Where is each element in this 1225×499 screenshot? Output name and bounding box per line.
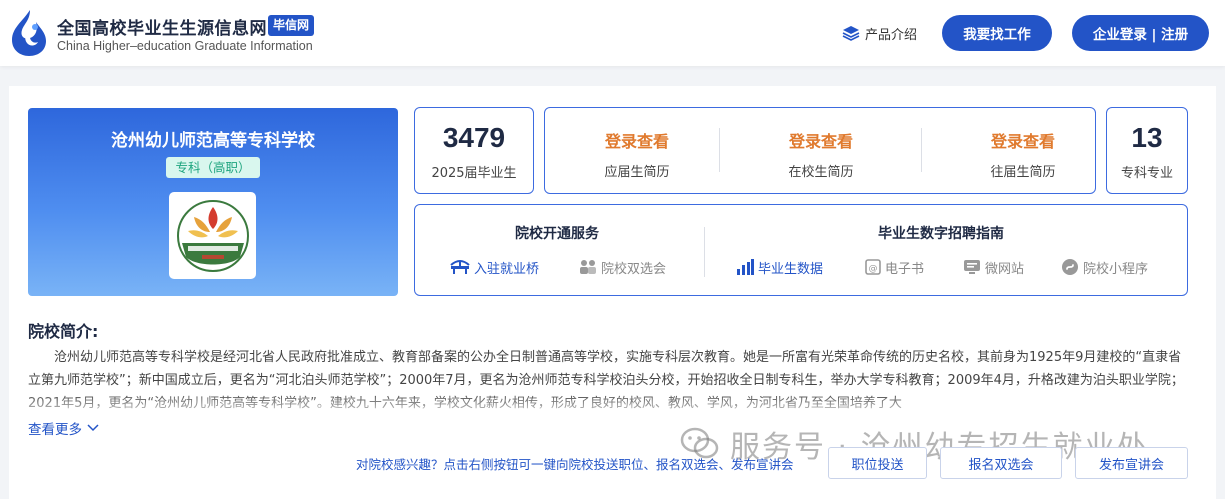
micro-site-link[interactable]: 微网站 (963, 257, 1024, 277)
top-header: 全国高校毕业生生源信息网 毕信网 China Higher–education … (0, 0, 1225, 66)
mini-program-icon (1062, 259, 1078, 275)
bar-chart-icon (737, 259, 754, 275)
join-bridge-label: 入驻就业桥 (474, 261, 540, 277)
graduates-label: 2025届毕业生 (431, 166, 517, 181)
chevron-down-icon (87, 424, 99, 432)
fresh-grad-label: 应届生简历 (604, 165, 670, 180)
site-logo-icon[interactable] (8, 8, 50, 58)
product-intro-link[interactable]: 产品介绍 (842, 23, 917, 43)
publish-talk-button[interactable]: 发布宣讲会 (1075, 447, 1188, 479)
graduate-data-label: 毕业生数据 (758, 261, 824, 277)
ebook-label: 电子书 (885, 261, 925, 277)
company-login-button[interactable]: 企业登录 | 注册 (1072, 15, 1209, 51)
intro-title: 院校简介: (28, 322, 99, 341)
site-badge: 毕信网 (268, 15, 315, 36)
svg-text:@: @ (869, 264, 878, 274)
find-job-button[interactable]: 我要找工作 (942, 15, 1052, 51)
resume-view-box: 登录查看 应届生简历 登录查看 在校生简历 登录查看 往届生简历 (544, 107, 1096, 194)
majors-stat: 13 专科专业 (1106, 107, 1188, 194)
fresh-grad-resume[interactable]: 登录查看 应届生简历 (545, 108, 729, 195)
past-grad-resume[interactable]: 登录查看 往届生简历 (931, 108, 1115, 195)
campus-fair-label: 院校双选会 (601, 261, 667, 277)
school-card: 沧州幼儿师范高等专科学校 专科（高职） (28, 108, 398, 296)
divider (719, 128, 720, 172)
past-grad-label: 往届生简历 (990, 165, 1056, 180)
graduates-stat: 3479 2025届毕业生 (414, 107, 534, 194)
site-subtitle: China Higher–education Graduate Informat… (57, 39, 313, 53)
divider (921, 128, 922, 172)
recruit-guide-title: 毕业生数字招聘指南 (878, 226, 1004, 242)
people-icon (580, 260, 596, 274)
school-emblem (169, 192, 256, 279)
student-resume[interactable]: 登录查看 在校生简历 (729, 108, 913, 195)
micro-site-label: 微网站 (985, 261, 1025, 277)
join-fair-button[interactable]: 报名双选会 (940, 447, 1062, 479)
bridge-icon (450, 260, 470, 274)
ebook-icon: @ (865, 259, 881, 275)
mini-program-label: 院校小程序 (1083, 261, 1149, 277)
join-bridge-link[interactable]: 入驻就业桥 (450, 257, 539, 277)
intro-fade (28, 393, 1188, 416)
majors-label: 专科专业 (1120, 166, 1173, 181)
student-label: 在校生简历 (788, 165, 854, 180)
campus-fair-link[interactable]: 院校双选会 (579, 257, 666, 277)
mini-program-link[interactable]: 院校小程序 (1061, 257, 1148, 277)
graduates-count: 3479 (442, 122, 506, 153)
services-box: 院校开通服务 入驻就业桥 院校双选会 毕业生数字招聘指南 毕业生数据 @ 电子书… (414, 204, 1188, 296)
see-more-link[interactable]: 查看更多 (28, 418, 99, 438)
layers-icon (842, 26, 860, 41)
cta-hint: 对院校感兴趣？点击右侧按钮可一键向院校投送职位、报名双选会、发布宣讲会 (356, 457, 794, 472)
graduate-data-link[interactable]: 毕业生数据 (736, 257, 823, 277)
opened-services-title: 院校开通服务 (515, 226, 599, 242)
school-name: 沧州幼儿师范高等专科学校 (111, 131, 315, 151)
majors-count: 13 (1131, 122, 1163, 153)
divider (704, 227, 705, 277)
school-emblem-icon (176, 199, 249, 272)
student-login-link[interactable]: 登录查看 (729, 128, 913, 152)
site-title: 全国高校毕业生生源信息网 (57, 19, 267, 39)
school-level-tag: 专科（高职） (166, 157, 260, 178)
past-grad-login-link[interactable]: 登录查看 (931, 128, 1115, 152)
fresh-grad-login-link[interactable]: 登录查看 (545, 128, 729, 152)
ebook-link[interactable]: @ 电子书 (865, 257, 924, 277)
website-icon (964, 260, 980, 274)
post-job-button[interactable]: 职位投送 (828, 447, 927, 479)
see-more-label: 查看更多 (28, 422, 82, 438)
product-intro-label: 产品介绍 (865, 27, 918, 43)
